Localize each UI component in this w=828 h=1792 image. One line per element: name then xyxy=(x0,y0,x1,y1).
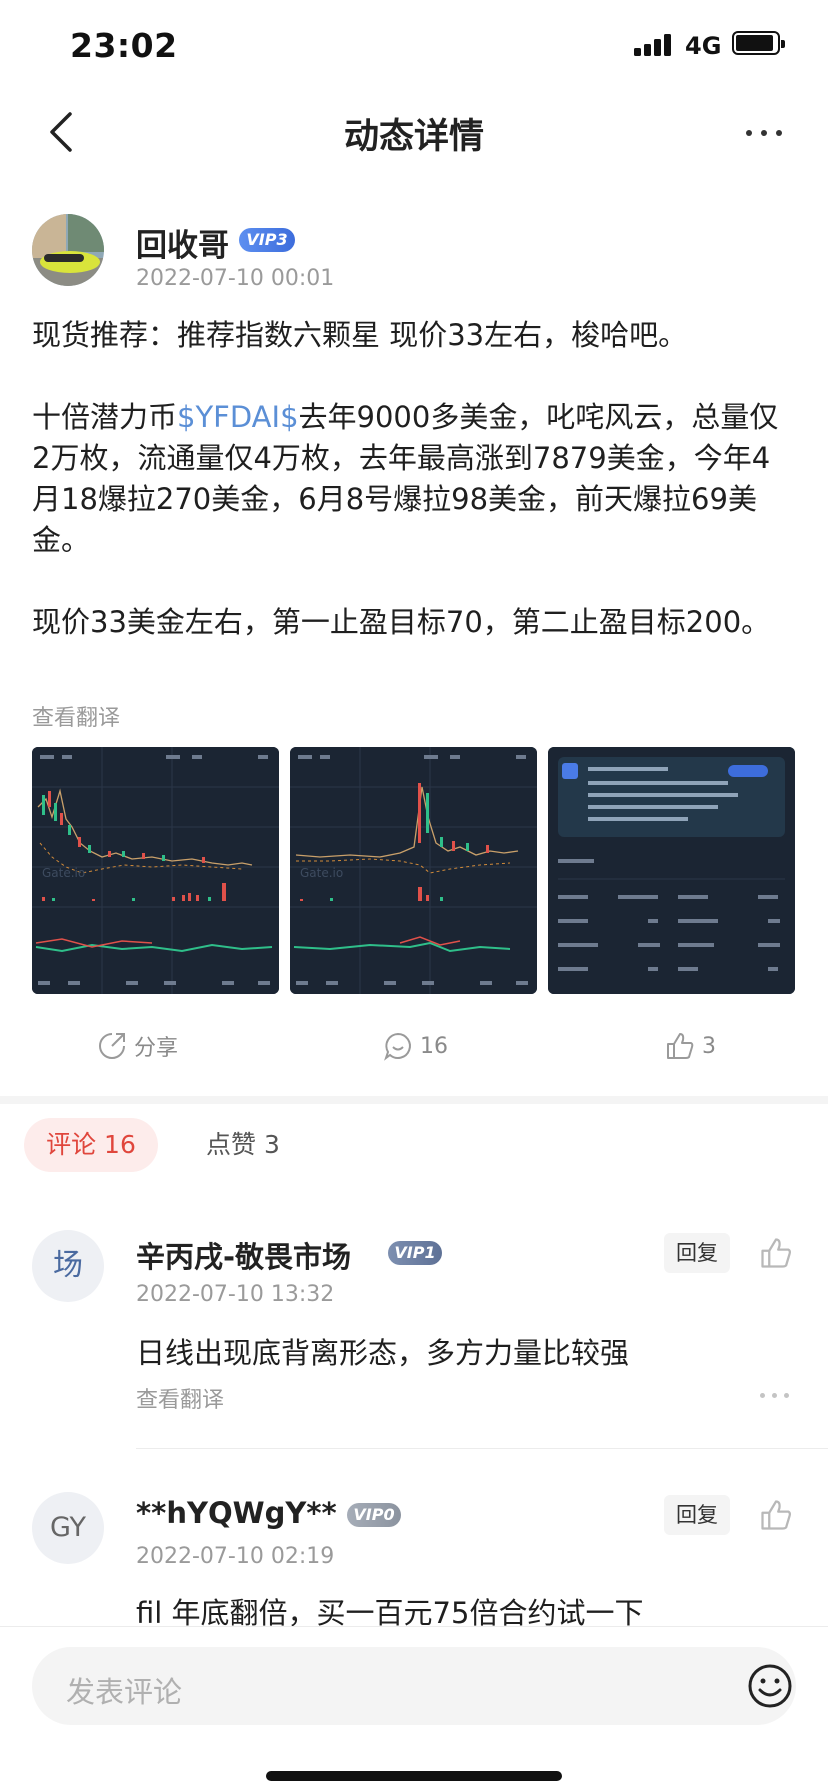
thumbs-up-icon xyxy=(667,1033,694,1059)
comment-input[interactable]: 发表评论 xyxy=(32,1647,796,1725)
status-time: 23:02 xyxy=(70,26,178,65)
commenter-name[interactable]: **hYQWgY** xyxy=(136,1496,337,1530)
like-count: 3 xyxy=(702,1033,716,1059)
reply-button[interactable]: 回复 xyxy=(664,1495,730,1535)
vip-badge: VIP3 xyxy=(239,228,295,252)
author-avatar[interactable] xyxy=(32,214,104,286)
battery-icon xyxy=(732,31,785,55)
comment-like-button[interactable] xyxy=(758,1497,794,1533)
post-paragraph-lead: 十倍潜力币 xyxy=(32,400,178,434)
comment-divider xyxy=(136,1448,828,1449)
commenter-name[interactable]: 辛丙戌-敬畏市场 xyxy=(136,1234,351,1276)
emoji-button[interactable] xyxy=(746,1662,794,1710)
vip-badge: VIP1 xyxy=(388,1241,442,1265)
comment-input-placeholder: 发表评论 xyxy=(66,1675,183,1709)
reply-button[interactable]: 回复 xyxy=(664,1233,730,1273)
coin-tag-link[interactable]: $YFDAI$ xyxy=(177,400,299,434)
comment-more-button[interactable] xyxy=(758,1391,792,1401)
post-paragraph: 现价33美金左右，第一止盈目标70，第二止盈目标200。 xyxy=(32,605,771,639)
like-button[interactable]: 3 xyxy=(664,1020,716,1072)
commenter-avatar[interactable]: GY xyxy=(32,1492,104,1564)
thumbs-up-icon xyxy=(761,1500,791,1530)
home-indicator xyxy=(266,1771,562,1781)
page-title: 动态详情 xyxy=(343,117,484,157)
status-bar: 23:02 4G xyxy=(0,0,828,92)
comment-icon xyxy=(384,1032,411,1061)
comment-time: 2022-07-10 02:19 xyxy=(136,1544,335,1569)
share-button[interactable]: 分享 xyxy=(96,1020,178,1072)
action-row: 分享 16 3 xyxy=(0,1020,828,1072)
comment-button[interactable]: 16 xyxy=(382,1020,448,1072)
svg-text:Gate.io: Gate.io xyxy=(300,866,343,880)
post-paragraph: 十倍潜力币$YFDAI$去年9000多美金，叱咤风云，总量仅2万枚，流通量仅4万… xyxy=(32,397,796,561)
bottom-input-bar: 发表评论 xyxy=(0,1626,828,1792)
svg-text:Gate.io: Gate.io xyxy=(42,866,85,880)
post-timestamp: 2022-07-10 00:01 xyxy=(136,266,335,291)
post-image[interactable] xyxy=(548,747,795,994)
tab-likes[interactable]: 点赞 3 xyxy=(206,1118,280,1172)
more-options-button[interactable] xyxy=(744,116,784,148)
nav-bar: 动态详情 xyxy=(0,92,828,172)
network-label: 4G xyxy=(685,32,722,60)
share-icon xyxy=(99,1033,125,1059)
post-body: 现货推荐：推荐指数六颗星 现价33左右，梭哈吧。 十倍潜力币$YFDAI$去年9… xyxy=(32,315,796,643)
section-divider xyxy=(0,1096,828,1104)
comment-count: 16 xyxy=(420,1033,448,1059)
comment-text: 日线出现底背离形态，多方力量比较强 xyxy=(136,1336,630,1370)
commenter-avatar[interactable]: 场 xyxy=(32,1230,104,1302)
translate-link[interactable]: 查看翻译 xyxy=(32,700,120,732)
comment-time: 2022-07-10 13:32 xyxy=(136,1282,335,1307)
author-name[interactable]: 回收哥 xyxy=(136,220,229,265)
post-image[interactable]: Gate.io xyxy=(32,747,279,994)
post-paragraph: 现货推荐：推荐指数六颗星 现价33左右，梭哈吧。 xyxy=(32,318,688,352)
tab-comments[interactable]: 评论 16 xyxy=(24,1118,158,1172)
comment-like-button[interactable] xyxy=(758,1235,794,1271)
post-image[interactable]: Gate.io xyxy=(290,747,537,994)
share-label: 分享 xyxy=(134,1036,179,1061)
signal-icon xyxy=(634,32,672,56)
comment-translate-link[interactable]: 查看翻译 xyxy=(136,1382,224,1414)
smiley-icon xyxy=(748,1664,792,1708)
vip-badge: VIP0 xyxy=(347,1503,401,1527)
thumbs-up-icon xyxy=(761,1238,791,1268)
